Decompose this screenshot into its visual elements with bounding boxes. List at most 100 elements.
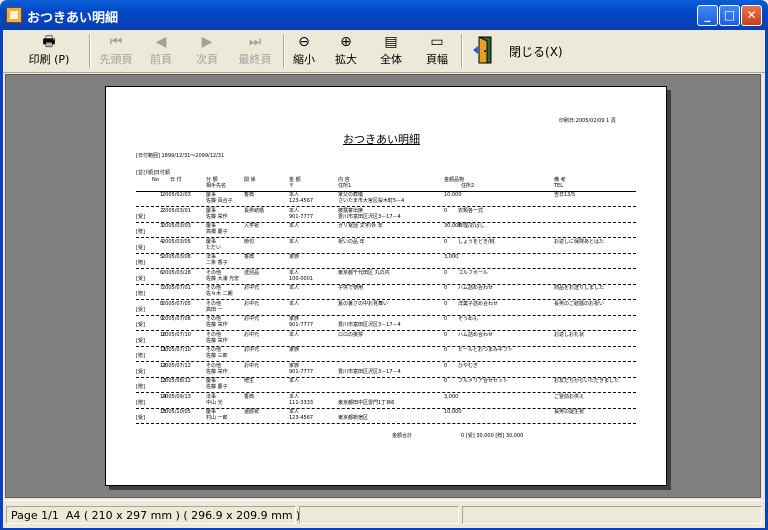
- cell-date: 2005/07/01: [162, 285, 191, 291]
- cell-name: 高橋 慶子: [206, 229, 228, 235]
- cell-amount: 0: [444, 378, 448, 384]
- cell-kind: 本人: [289, 393, 300, 400]
- cell-note: 告日13/5: [554, 192, 576, 198]
- cell-amount: 0: [444, 331, 448, 338]
- sort-order: [並び順]日付順: [136, 170, 170, 176]
- close-button[interactable]: 閉じる(X): [469, 33, 565, 69]
- cell-name: 佐藤 栄作: [206, 337, 228, 344]
- cell-item: ビールとおつまみギフト: [458, 347, 514, 353]
- first-page-label: 先頭頁: [99, 53, 133, 66]
- cell-date: 2005/07/12: [162, 362, 191, 369]
- last-page-button[interactable]: ⏭ 最終頁: [231, 33, 279, 69]
- cell-type: その他: [206, 300, 222, 307]
- row-separator: [136, 237, 636, 238]
- toolbar: 🖶 印刷 (P) ⏮ 先頭頁 ◀ 前頁 ▶ 次頁 ⏭ 最終頁 ⊖ 縮小 ⊕ 拡大…: [3, 30, 765, 73]
- minimize-button[interactable]: _: [697, 5, 718, 26]
- row-separator: [136, 392, 636, 393]
- first-page-icon: ⏮: [109, 34, 123, 50]
- cell-tag: [受]: [136, 368, 145, 375]
- app-icon: [6, 7, 22, 23]
- close-label-group: 閉じる(X): [509, 43, 563, 60]
- printer-icon: 🖶: [42, 34, 56, 50]
- cell-addr: 豊川市富田区沢区3－17－4: [338, 213, 401, 220]
- cell-name: 二条 香子: [206, 260, 228, 266]
- prev-page-button[interactable]: ◀ 前頁: [141, 33, 181, 69]
- zoom-in-icon: ⊕: [340, 34, 352, 50]
- cell-tag: [贈]: [136, 229, 145, 235]
- zoom-in-button[interactable]: ⊕ 拡大: [329, 33, 363, 69]
- next-page-button[interactable]: ▶ 次頁: [187, 33, 227, 69]
- cell-item: ブルメリア合せセット: [458, 378, 509, 384]
- cell-note: 商品をお送りしました: [554, 285, 605, 291]
- zoom-in-label: 拡大: [335, 53, 357, 66]
- cell-kind: 本人: [289, 269, 300, 276]
- cell-content: 夏の暑さの中お見舞い: [338, 300, 389, 307]
- cell-amount: 0: [444, 347, 448, 353]
- print-preview-area[interactable]: 印刷日:2005/02/09 1 頁 おつきあい明細 [日付範囲] 1899/1…: [5, 74, 761, 498]
- zoom-out-button[interactable]: ⊖ 縮小: [287, 33, 321, 69]
- row-separator: [136, 268, 636, 269]
- date-range: [日付範囲] 1899/12/31～2099/12/31: [136, 153, 225, 159]
- first-page-button[interactable]: ⏮ 先頭頁: [95, 33, 137, 69]
- prev-page-label: 前頁: [150, 53, 172, 66]
- cell-name: 佐々木 二朗: [206, 291, 233, 297]
- cell-note: 長男の誕生祝: [554, 409, 585, 415]
- page-width-icon: ▭: [430, 34, 444, 50]
- header-date: 日 付: [170, 177, 182, 183]
- cell-amount: 10,000: [444, 409, 462, 415]
- maximize-button[interactable]: □: [719, 5, 740, 26]
- cell-tag: [受]: [136, 322, 145, 328]
- cell-amount: 3,000: [444, 393, 459, 400]
- title-bar: おつきあい明細 _ □ ✕: [0, 0, 768, 30]
- next-page-label: 次頁: [196, 53, 218, 66]
- cell-tag: [受]: [136, 244, 145, 251]
- cell-note: ご霊前お供え: [554, 393, 585, 400]
- print-label: 印刷: [28, 53, 51, 66]
- cell-date: 2005/03/08: [162, 254, 191, 260]
- cell-zip: 901-7777: [289, 213, 314, 220]
- cell-content: 東京都千代田区 丸の内: [338, 269, 390, 276]
- close-window-button[interactable]: ✕: [741, 5, 762, 26]
- cell-content: 披露宴出席: [338, 207, 364, 214]
- status-panel-page: Page 1/1 A4 ( 210 x 297 mm ) ( 296.9 x 2…: [6, 506, 300, 524]
- cell-item: しょうをどき/桃: [458, 238, 495, 245]
- page-width-button[interactable]: ▭ 頁幅: [420, 33, 454, 69]
- cell-content: ロロの挨拶: [338, 331, 364, 338]
- cell-type: その他: [206, 331, 222, 338]
- print-button[interactable]: 🖶 印刷 (P): [25, 33, 73, 69]
- cell-rel: お中元: [244, 362, 260, 369]
- cell-rel: お中元: [244, 331, 260, 338]
- cell-item: ゴルフボール: [458, 269, 489, 276]
- cell-type: 法事: [206, 393, 217, 400]
- cell-item: 洋菓子詰め合わせ: [458, 300, 499, 307]
- cell-zip: 111-3333: [289, 399, 314, 406]
- cell-item: ひやむぎ: [458, 362, 479, 369]
- cell-addr: 豊川市富田区沢区3－17－4: [338, 322, 401, 328]
- cell-date: 2005/07/10: [162, 331, 191, 338]
- row-separator: [136, 330, 636, 331]
- cell-date: 2005/10/05: [162, 409, 191, 415]
- whole-page-button[interactable]: ▤ 全体: [374, 33, 408, 69]
- cell-name: 中山 光: [206, 399, 223, 406]
- header-zip: 〒: [289, 183, 295, 189]
- cell-amount: 0: [444, 300, 448, 307]
- cell-name: 高田 一: [206, 306, 223, 313]
- zoom-out-label: 縮小: [293, 53, 315, 66]
- cell-note: お友だちからいただきました: [554, 378, 620, 384]
- cell-zip: 901-7777: [289, 368, 314, 375]
- cell-name: 佐藤 大浦 光宏: [206, 275, 240, 282]
- cell-amount: 3,000: [444, 254, 459, 260]
- cell-addr: 東京都田中区雷門1丁目6: [338, 399, 395, 406]
- print-date: 印刷日:2005/02/09 1 頁: [559, 118, 616, 124]
- cell-zip: 100-0001: [289, 275, 314, 282]
- cell-name: 佐藤 慶子: [206, 384, 228, 390]
- status-panel-2: [299, 506, 459, 524]
- cell-type: 慶事: [206, 207, 217, 214]
- cell-name: 佐藤 栄作: [206, 213, 228, 220]
- cell-type: その他: [206, 362, 222, 369]
- total-value: 0 [受] 30,000 [贈] 30,000: [461, 433, 524, 439]
- cell-rel: 香典: [244, 254, 255, 260]
- cell-addr: さいたま市大宮区桜木町5－4: [338, 198, 405, 204]
- cell-kind: 本人: [289, 300, 300, 307]
- cell-rel: 節句: [244, 238, 255, 245]
